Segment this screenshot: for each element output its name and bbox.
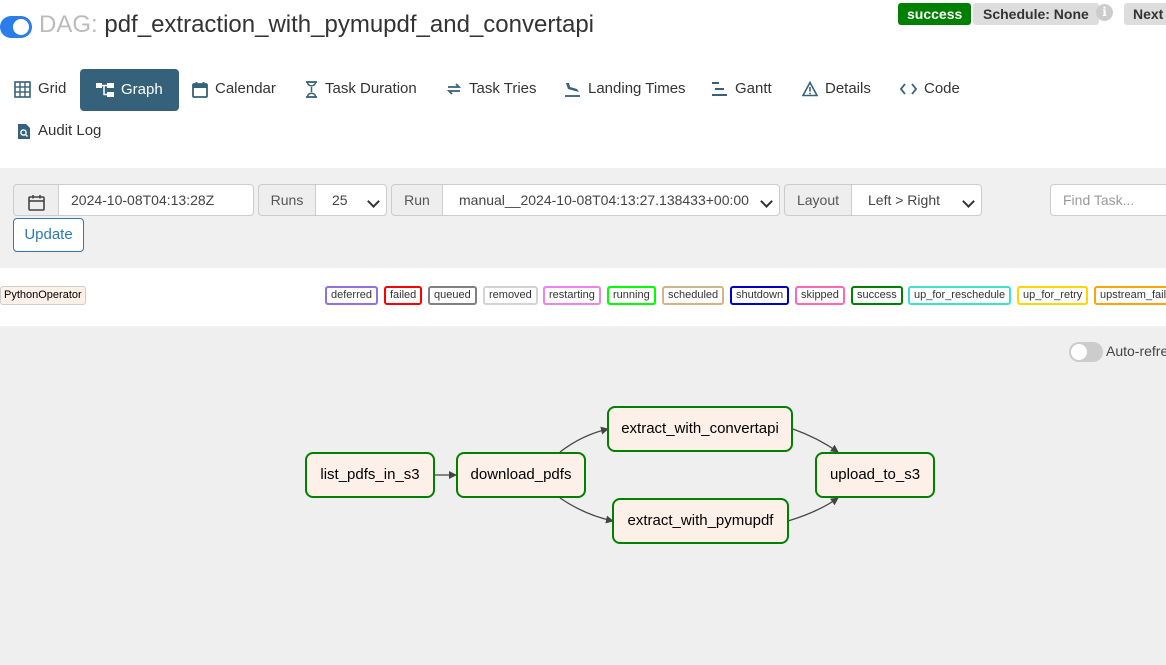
edge-convertapi-to-upload [792,428,839,453]
graph-edges [435,426,839,524]
edge-download-to-pymupdf [559,497,614,524]
task-node-list-pdfs-in-s3[interactable]: list_pdfs_in_s3 [305,452,435,498]
task-node-upload-to-s3[interactable]: upload_to_s3 [815,452,935,498]
task-node-download-pdfs[interactable]: download_pdfs [456,452,586,498]
task-node-extract-with-pymupdf[interactable]: extract_with_pymupdf [612,498,789,544]
edge-pymupdf-to-upload [787,497,839,522]
task-node-extract-with-convertapi[interactable]: extract_with_convertapi [607,406,793,452]
edge-download-to-convertapi [559,426,609,453]
